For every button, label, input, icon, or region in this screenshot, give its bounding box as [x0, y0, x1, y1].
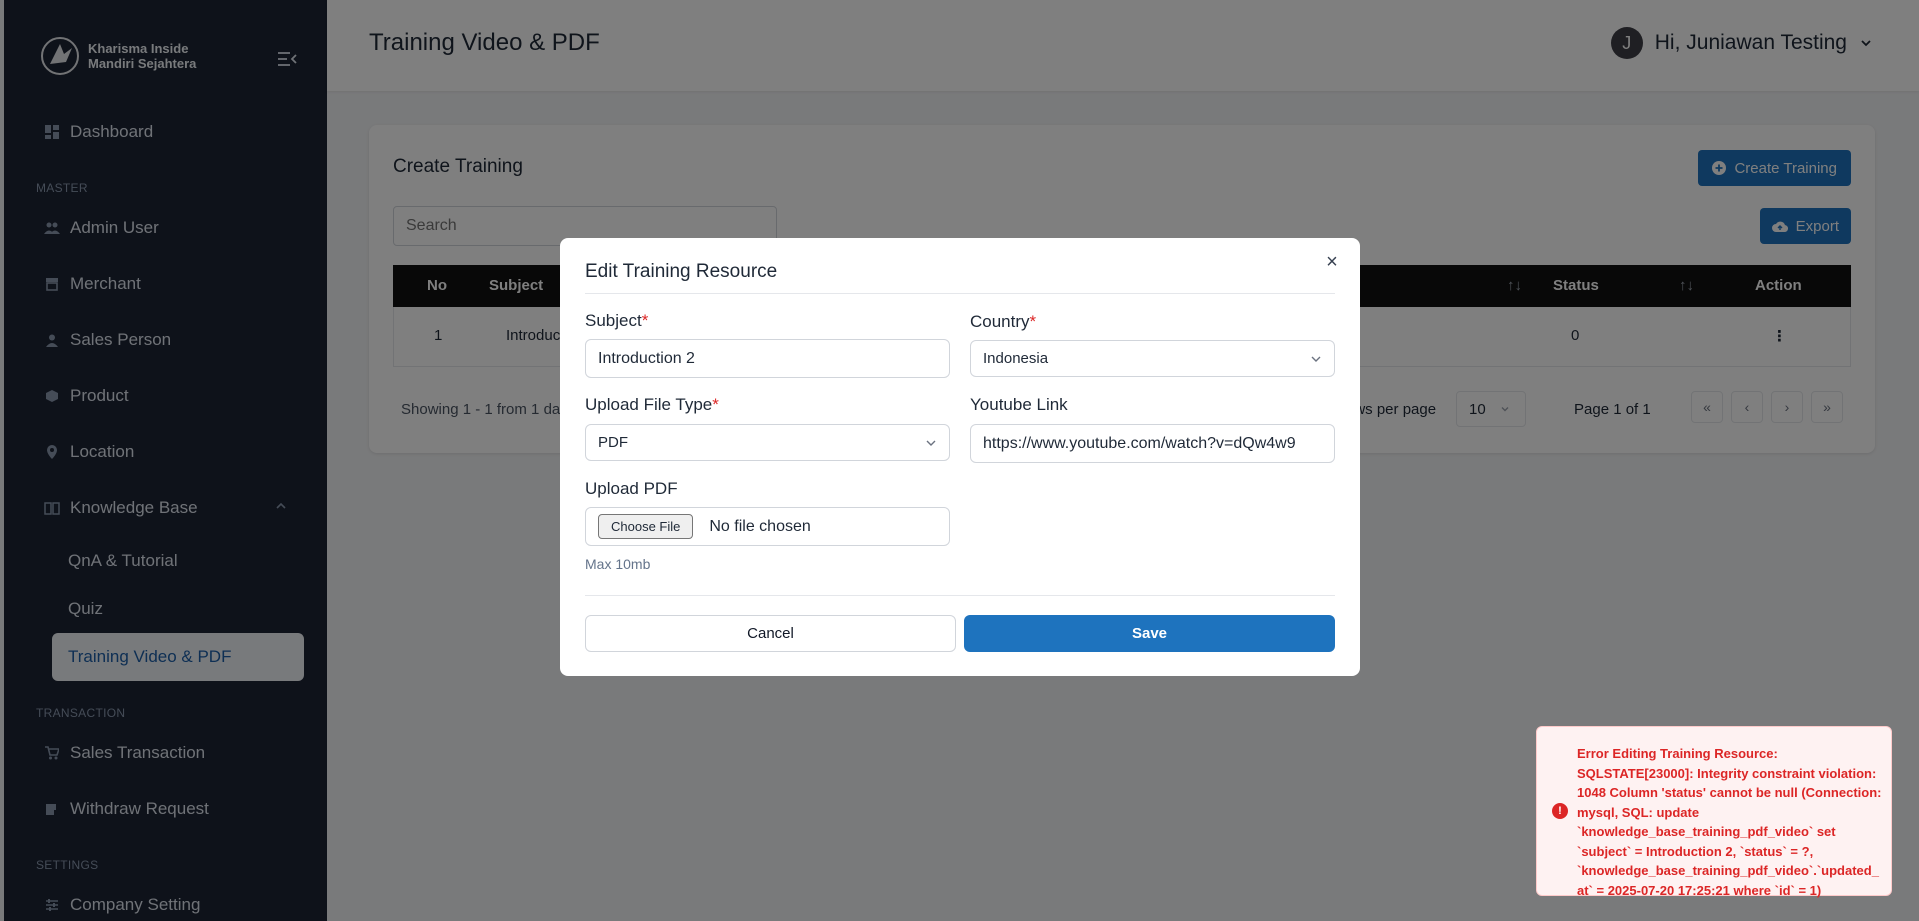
error-icon: !: [1552, 803, 1568, 819]
subject-input[interactable]: Introduction 2: [585, 339, 950, 378]
upload-pdf-label: Upload PDF: [585, 479, 678, 498]
file-type-select[interactable]: PDF: [585, 424, 950, 461]
max-size-hint: Max 10mb: [585, 556, 651, 572]
save-button[interactable]: Save: [964, 615, 1335, 652]
youtube-link-input[interactable]: https://www.youtube.com/watch?v=dQw4w9: [970, 424, 1335, 463]
country-label: Country*: [970, 312, 1037, 331]
divider: [585, 293, 1335, 294]
cancel-button[interactable]: Cancel: [585, 615, 956, 652]
choose-file-button[interactable]: Choose File: [598, 514, 694, 539]
no-file-text: No file chosen: [709, 517, 811, 535]
file-type-label: Upload File Type*: [585, 395, 719, 414]
close-icon[interactable]: ×: [1322, 252, 1342, 272]
file-type-value: PDF: [598, 434, 628, 451]
country-select[interactable]: Indonesia: [970, 340, 1335, 377]
error-toast[interactable]: ! Error Editing Training Resource: SQLST…: [1536, 726, 1892, 898]
chevron-down-icon: [1311, 356, 1321, 362]
error-message: Error Editing Training Resource: SQLSTAT…: [1577, 746, 1882, 898]
subject-label: Subject*: [585, 311, 649, 330]
modal-title: Edit Training Resource: [585, 261, 778, 282]
country-value: Indonesia: [983, 350, 1049, 367]
divider: [585, 595, 1335, 596]
youtube-link-label: Youtube Link: [970, 395, 1068, 414]
file-upload-input[interactable]: Choose File No file chosen: [585, 507, 950, 546]
edit-training-modal: Edit Training Resource × Subject* Introd…: [560, 238, 1360, 676]
chevron-down-icon: [926, 440, 936, 446]
